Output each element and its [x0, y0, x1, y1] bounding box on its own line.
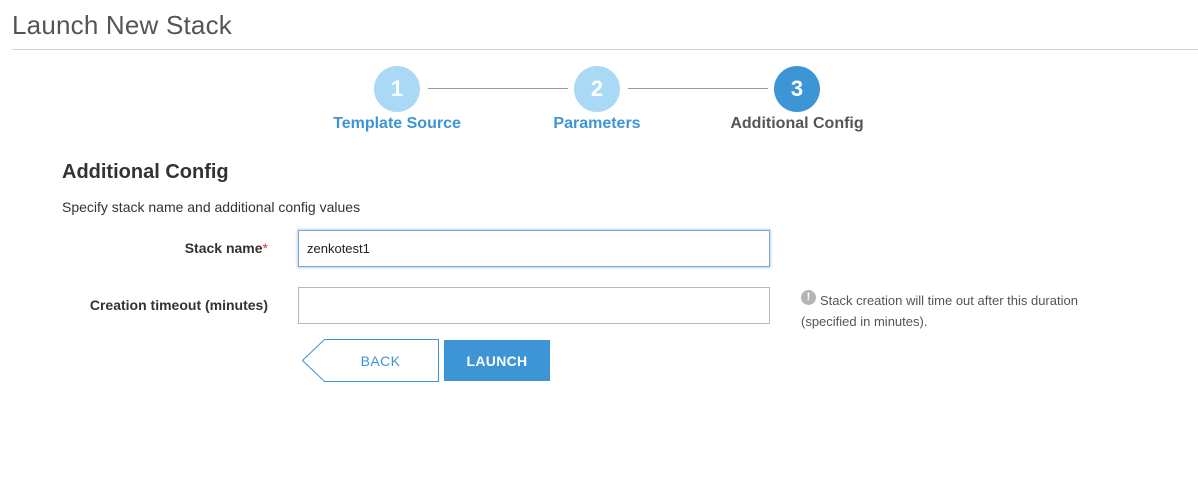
back-button-label: BACK: [360, 353, 401, 369]
back-button[interactable]: BACK: [302, 339, 439, 382]
section-title: Additional Config: [62, 161, 229, 183]
step-label: Additional Config: [730, 115, 864, 132]
step-label: Parameters: [553, 115, 641, 132]
launch-button[interactable]: LAUNCH: [444, 340, 550, 381]
creation-timeout-input[interactable]: [298, 287, 770, 324]
step-number-badge: 2: [574, 66, 620, 112]
page-title: Launch New Stack: [12, 10, 232, 40]
launch-stack-page: Launch New Stack 1 Template Source 2 Par…: [0, 0, 1198, 477]
step-number-badge: 1: [374, 66, 420, 112]
stack-name-input[interactable]: [298, 230, 770, 267]
step-connector-1-2: [428, 88, 568, 89]
section-description: Specify stack name and additional config…: [62, 199, 361, 215]
stack-name-label-text: Stack name: [184, 240, 263, 256]
creation-timeout-label: Creation timeout (minutes): [89, 297, 268, 313]
stack-name-label: Stack name*: [0, 239, 268, 257]
step-label: Template Source: [333, 115, 461, 132]
step-number-badge: 3: [774, 66, 820, 112]
exclamation-circle-icon: !: [801, 290, 816, 305]
title-divider: [12, 49, 1198, 50]
step-connector-2-3: [628, 88, 768, 89]
required-marker: *: [262, 240, 268, 256]
creation-timeout-help-text: Stack creation will time out after this …: [801, 293, 1078, 329]
